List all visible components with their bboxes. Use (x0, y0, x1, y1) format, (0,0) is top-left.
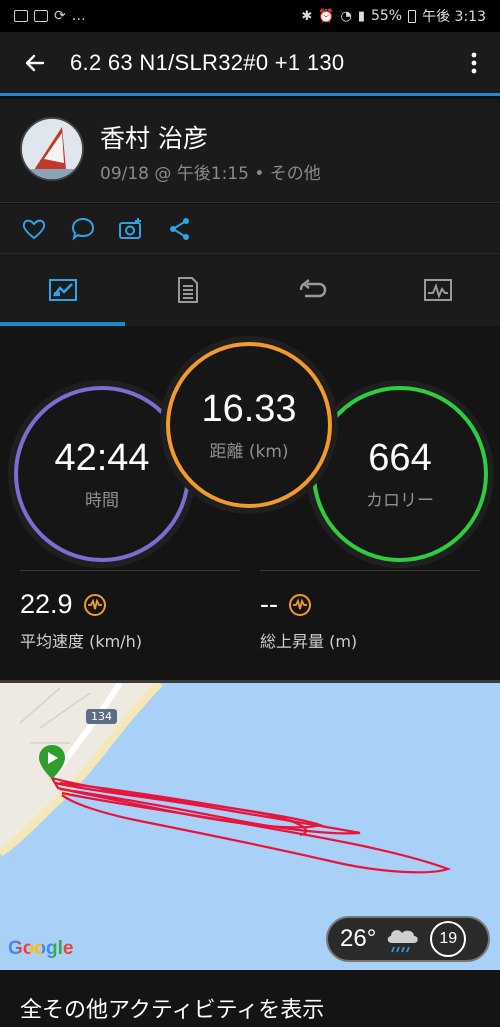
time-label: 時間 (85, 491, 119, 511)
start-marker-icon[interactable] (37, 743, 67, 783)
weather-widget[interactable]: 26° 19 (326, 916, 490, 962)
wind-indicator: 19 (430, 921, 467, 957)
time-value: 42:44 (54, 437, 150, 479)
show-all-activities-label: 全その他アクティビティを表示 (20, 998, 325, 1023)
chart-icon (423, 279, 452, 301)
social-actions (0, 204, 500, 254)
google-logo: Google (8, 938, 74, 959)
more-options-button[interactable] (448, 31, 500, 95)
route-map[interactable]: 134 Google 26° 19 (0, 680, 500, 970)
elevation-metric: -- 総上昇量 (m) (260, 570, 480, 652)
divider (20, 570, 240, 571)
add-photo-button[interactable] (118, 216, 144, 242)
distance-label: 距離 (km) (209, 442, 289, 462)
avatar[interactable] (20, 117, 84, 181)
calories-value: 664 (368, 437, 432, 479)
more-notifications-icon: … (71, 8, 86, 24)
stats-panel: 42:44 時間 664 カロリー 16.33 距離 (km) 22.9 平均速… (0, 326, 500, 680)
pulse-info-icon[interactable] (83, 593, 107, 617)
rain-cloud-icon (388, 930, 419, 953)
details-icon (177, 277, 198, 303)
battery-icon (408, 9, 417, 23)
calories-ring: 664 カロリー (312, 386, 488, 562)
elevation-value: -- (260, 589, 278, 619)
activity-title: 6.2 63 N1/SLR32#0 +1 130 (70, 49, 345, 75)
divider (260, 570, 480, 571)
elevation-label: 総上昇量 (m) (260, 632, 358, 651)
calories-label: カロリー (366, 491, 434, 511)
distance-value: 16.33 (201, 388, 297, 430)
avg-speed-value: 22.9 (20, 589, 73, 619)
wifi-icon: ◔ (340, 8, 352, 24)
tab-details[interactable] (125, 254, 250, 326)
laps-icon (299, 279, 326, 298)
comment-button[interactable] (70, 216, 96, 242)
tab-charts[interactable] (375, 254, 500, 326)
bluetooth-icon: ✱ (301, 8, 313, 24)
back-button[interactable] (0, 31, 70, 95)
tab-bar (0, 254, 500, 326)
avg-speed-metric: 22.9 平均速度 (km/h) (20, 570, 240, 652)
clock: 午後 3:13 (422, 9, 486, 25)
windsurf-photo-icon (22, 119, 82, 179)
overview-icon (48, 279, 77, 301)
user-name[interactable]: 香村 治彦 (100, 119, 208, 155)
mail-notification-icon (34, 10, 48, 22)
battery-percent: 55% (370, 8, 403, 24)
road-label: 134 (86, 709, 117, 724)
alarm-icon: ⏰ (318, 8, 335, 24)
activity-meta: 09/18 @ 午後1:15 • その他 (100, 164, 321, 184)
profile-header: 香村 治彦 09/18 @ 午後1:15 • その他 (0, 99, 500, 203)
weather-temp: 26° (340, 925, 377, 952)
tab-laps[interactable] (250, 254, 375, 326)
app-bar: 6.2 63 N1/SLR32#0 +1 130 (0, 32, 500, 96)
time-ring: 42:44 時間 (14, 386, 190, 562)
avg-speed-label: 平均速度 (km/h) (20, 632, 142, 651)
status-bar: ⟳ … ✱ ⏰ ◔ ▮ 55% 午後 3:13 (0, 0, 500, 32)
distance-ring: 16.33 距離 (km) (166, 342, 332, 508)
show-all-activities[interactable]: 全その他アクティビティを表示 (0, 970, 500, 1027)
like-button[interactable] (21, 216, 47, 242)
signal-icon: ▮ (357, 8, 365, 24)
share-button[interactable] (167, 216, 193, 242)
wind-speed: 19 (439, 930, 458, 947)
image-notification-icon (14, 10, 28, 22)
more-vert-icon (471, 52, 477, 73)
pulse-info-icon[interactable] (288, 593, 312, 617)
sync-icon: ⟳ (54, 8, 66, 24)
tab-overview[interactable] (0, 254, 125, 326)
arrow-left-icon (25, 54, 45, 71)
